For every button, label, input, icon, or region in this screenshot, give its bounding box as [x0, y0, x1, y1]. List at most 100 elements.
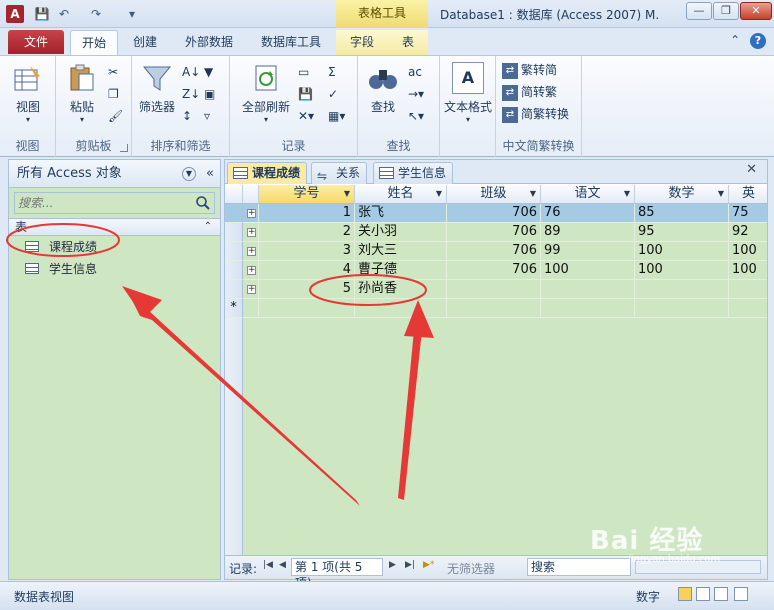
column-dropdown-icon[interactable]: ▼	[624, 185, 630, 203]
save-icon[interactable]: 💾	[34, 6, 50, 22]
cell-chinese[interactable]: 99	[541, 242, 635, 261]
cell-math[interactable]	[635, 299, 729, 318]
tab-external-data[interactable]: 外部数据	[176, 30, 242, 55]
tab-home[interactable]: 开始	[70, 30, 118, 55]
row-selector[interactable]	[225, 280, 243, 299]
tab-file[interactable]: 文件	[8, 30, 64, 54]
record-position-field[interactable]: 第 1 项(共 5 项)	[291, 558, 383, 590]
cell-class[interactable]	[447, 280, 541, 299]
tab-database-tools[interactable]: 数据库工具	[252, 30, 330, 55]
table-row[interactable]: + 5 孙尚香	[225, 280, 767, 299]
cell-english[interactable]	[729, 299, 767, 318]
simp-to-trad-button[interactable]: ⇄ 简转繁	[502, 82, 557, 102]
first-record-icon[interactable]: |◀	[263, 560, 273, 570]
cell-english[interactable]: 75	[729, 204, 767, 223]
cell-math[interactable]	[635, 280, 729, 299]
table-row[interactable]: + 1 张飞 706 76 85 75	[225, 204, 767, 223]
table-row[interactable]: + 2 关小羽 706 89 95 92	[225, 223, 767, 242]
column-header-chinese[interactable]: 语文 ▼	[541, 185, 635, 204]
clipboard-launcher-icon[interactable]	[120, 144, 128, 152]
cell-name[interactable]: 张飞	[355, 204, 447, 223]
new-record-row[interactable]: *	[225, 299, 767, 318]
goto-icon[interactable]: →▾	[408, 84, 424, 104]
cell-english[interactable]: 100	[729, 261, 767, 280]
ribbon-minimize-icon[interactable]: ⌃	[730, 33, 740, 47]
column-header-math[interactable]: 数学 ▼	[635, 185, 729, 204]
cell-id[interactable]: 5	[259, 280, 355, 299]
cell-english[interactable]: 100	[729, 242, 767, 261]
cell-name[interactable]: 孙尚香	[355, 280, 447, 299]
view-button[interactable]: 视图 ▾	[8, 62, 48, 124]
tab-fields[interactable]: 字段	[336, 30, 388, 55]
close-button[interactable]: ✕	[740, 2, 772, 20]
cell-chinese[interactable]: 76	[541, 204, 635, 223]
table-row[interactable]: + 3 刘大三 706 99 100 100	[225, 242, 767, 261]
cell-math[interactable]: 100	[635, 242, 729, 261]
record-search-field[interactable]: 搜索	[527, 558, 631, 576]
cell-name[interactable]	[355, 299, 447, 318]
replace-icon[interactable]: ac	[408, 62, 422, 82]
nav-item-course-scores[interactable]: 课程成绩	[9, 236, 220, 258]
nav-category-tables[interactable]: 表 ⌃	[9, 218, 220, 236]
find-button[interactable]: 查找	[362, 62, 404, 115]
filter-button[interactable]: 筛选器	[136, 62, 178, 115]
column-header-id[interactable]: 学号 ▼	[259, 185, 355, 204]
cell-id[interactable]: 1	[259, 204, 355, 223]
cell-class[interactable]: 706	[447, 242, 541, 261]
row-selector[interactable]	[225, 223, 243, 242]
cell-english[interactable]: 92	[729, 223, 767, 242]
cut-icon[interactable]: ✂	[108, 62, 118, 82]
cell-chinese[interactable]	[541, 280, 635, 299]
column-header-class[interactable]: 班级 ▼	[447, 185, 541, 204]
column-dropdown-icon[interactable]: ▼	[344, 185, 350, 203]
undo-icon[interactable]: ↶	[56, 6, 72, 22]
text-format-button[interactable]: A 文本格式 ▾	[442, 62, 494, 124]
tab-table[interactable]: 表	[388, 30, 428, 55]
table-row[interactable]: + 4 曹子德 706 100 100 100	[225, 261, 767, 280]
expand-plus-icon[interactable]: +	[247, 266, 256, 275]
expand-plus-icon[interactable]: +	[247, 209, 256, 218]
customize-qat-icon[interactable]: ▾	[124, 6, 140, 22]
row-selector[interactable]	[225, 261, 243, 280]
selection-filter-icon[interactable]: ▼	[204, 62, 213, 82]
no-filter-indicator[interactable]: 无筛选器	[447, 560, 495, 577]
minimize-button[interactable]: —	[686, 2, 712, 20]
column-dropdown-icon[interactable]: ▼	[436, 185, 442, 203]
copy-icon[interactable]: ❐	[108, 84, 119, 104]
nav-collapse-icon[interactable]: «	[206, 160, 214, 188]
expand-plus-icon[interactable]: +	[247, 228, 256, 237]
save-record-icon[interactable]: 💾	[298, 84, 313, 104]
nav-menu-icon[interactable]: ▼	[182, 167, 196, 181]
new-record-icon[interactable]: ▭	[298, 62, 309, 82]
cell-math[interactable]: 85	[635, 204, 729, 223]
cell-class[interactable]: 706	[447, 223, 541, 242]
pivottable-view-icon[interactable]	[696, 587, 710, 601]
column-header-name[interactable]: 姓名 ▼	[355, 185, 447, 204]
access-app-icon[interactable]: A	[6, 5, 24, 23]
close-document-icon[interactable]: ✕	[746, 162, 757, 177]
trad-to-simp-button[interactable]: ⇄ 繁转简	[502, 60, 557, 80]
cell-chinese[interactable]: 100	[541, 261, 635, 280]
more-records-icon[interactable]: ▦▾	[328, 106, 345, 126]
expand-plus-icon[interactable]: +	[247, 247, 256, 256]
select-all-corner[interactable]	[225, 185, 243, 204]
cell-class[interactable]: 706	[447, 261, 541, 280]
clear-sort-icon[interactable]: ↕	[182, 106, 192, 126]
sort-descending-icon[interactable]: Z↓	[182, 84, 200, 104]
cell-name[interactable]: 关小羽	[355, 223, 447, 242]
design-view-icon[interactable]	[734, 587, 748, 601]
cell-class[interactable]	[447, 299, 541, 318]
sort-ascending-icon[interactable]: A↓	[182, 62, 200, 82]
column-header-english[interactable]: 英	[729, 185, 767, 204]
nav-item-student-info[interactable]: 学生信息	[9, 258, 220, 280]
datasheet-view-icon[interactable]	[678, 587, 692, 601]
nav-search-input[interactable]	[15, 193, 195, 213]
cell-chinese[interactable]	[541, 299, 635, 318]
cell-math[interactable]: 95	[635, 223, 729, 242]
redo-icon[interactable]: ↷	[88, 6, 104, 22]
help-icon[interactable]: ?	[750, 33, 766, 49]
nav-header[interactable]: 所有 Access 对象 ▼ «	[9, 160, 220, 188]
new-record-nav-icon[interactable]: ▶*	[423, 560, 434, 570]
advanced-filter-icon[interactable]: ▣	[204, 84, 215, 104]
refresh-all-button[interactable]: 全部刷新 ▾	[236, 62, 296, 124]
